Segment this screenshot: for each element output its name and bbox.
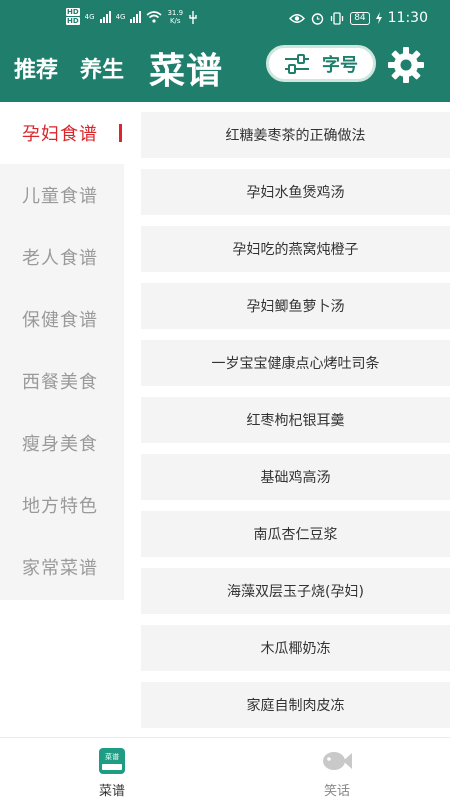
network-type-1: 4G [84, 13, 95, 21]
sidebar-item-label: 孕妇食谱 [22, 124, 98, 145]
battery-level: 84 [350, 11, 370, 25]
bottom-tab-recipes[interactable]: 菜谱 菜谱 [82, 748, 142, 799]
recipe-title: 孕妇鲫鱼萝卜汤 [246, 299, 345, 315]
sidebar-item-western[interactable]: 西餐美食 [0, 350, 124, 412]
bottom-tab-recipes-label: 菜谱 [98, 784, 125, 799]
sidebar-item-health[interactable]: 保健食谱 [0, 288, 124, 350]
recipe-title: 红枣枸杞银耳羹 [246, 413, 345, 429]
recipe-list-item[interactable]: 孕妇吃的燕窝炖橙子 [141, 226, 450, 272]
network-speed: 31.9 K/s [167, 9, 183, 25]
hd-badge-2: HD [66, 17, 80, 25]
recipe-title: 海藻双层玉子烧(孕妇) [227, 584, 364, 600]
sidebar-item-label: 保健食谱 [22, 310, 98, 331]
recipe-list-item[interactable]: 孕妇鲫鱼萝卜汤 [141, 283, 450, 329]
bottom-tab-jokes[interactable]: 笑话 [307, 748, 367, 799]
sidebar-item-elderly[interactable]: 老人食谱 [0, 226, 124, 288]
alarm-icon [311, 12, 324, 25]
status-bar: HD HD 4G 4G 31.9 K/s 84 11:30 [0, 0, 450, 40]
gear-icon[interactable] [386, 45, 426, 85]
sidebar-item-label: 地方特色 [22, 496, 98, 517]
recipe-book-icon-text: 菜谱 [105, 753, 119, 761]
usb-icon [189, 10, 197, 24]
signal-icon-2 [130, 11, 142, 23]
sidebar-item-label: 瘦身美食 [22, 434, 98, 455]
recipe-title: 孕妇水鱼煲鸡汤 [246, 185, 345, 201]
font-size-adjust-icon [285, 53, 309, 74]
network-type-2: 4G [115, 13, 126, 21]
recipe-list-item[interactable]: 家庭自制肉皮冻 [141, 682, 450, 728]
recipe-title: 南瓜杏仁豆浆 [253, 527, 338, 543]
recipe-list-item[interactable]: 红糖姜枣茶的正确做法 [141, 112, 450, 158]
signal-icon [99, 11, 111, 23]
network-speed-value: 31.9 [167, 9, 184, 17]
recipe-title: 孕妇吃的燕窝炖橙子 [232, 242, 359, 258]
sidebar-item-label: 家常菜谱 [22, 558, 98, 579]
eye-icon [289, 13, 306, 23]
wifi-icon [146, 11, 162, 23]
hd-badges: HD HD [66, 8, 80, 26]
active-indicator [119, 124, 122, 142]
font-size-button[interactable]: 字号 [266, 45, 376, 82]
hd-badge-1: HD [66, 8, 80, 16]
recipe-list-item[interactable]: 孕妇水鱼煲鸡汤 [141, 169, 450, 215]
clock: 11:30 [387, 10, 428, 26]
nav-tab-recipes[interactable]: 菜谱 [149, 42, 223, 94]
sidebar-item-pregnant[interactable]: 孕妇食谱 [0, 102, 140, 164]
font-size-button-label: 字号 [322, 54, 358, 76]
vibrate-icon [331, 11, 344, 25]
bottom-navigation: 菜谱 菜谱 笑话 [0, 737, 450, 800]
app-header: HD HD 4G 4G 31.9 K/s 84 11:30 推荐 养生 菜谱 字… [0, 0, 450, 102]
recipe-list-item[interactable]: 海藻双层玉子烧(孕妇) [141, 568, 450, 614]
recipe-title: 木瓜椰奶冻 [260, 641, 331, 657]
sidebar-item-label: 西餐美食 [22, 372, 98, 393]
fish-icon [323, 752, 352, 770]
recipe-title: 基础鸡高汤 [260, 470, 331, 486]
recipe-title: 家庭自制肉皮冻 [246, 698, 345, 714]
recipe-list-item[interactable]: 红枣枸杞银耳羹 [141, 397, 450, 443]
recipe-book-icon: 菜谱 [99, 748, 125, 774]
sidebar-item-children[interactable]: 儿童食谱 [0, 164, 124, 226]
nav-tab-recommend[interactable]: 推荐 [14, 52, 58, 84]
sidebar-item-homestyle[interactable]: 家常菜谱 [0, 536, 124, 598]
sidebar-item-label: 老人食谱 [22, 248, 98, 269]
recipe-title: 红糖姜枣茶的正确做法 [225, 128, 366, 144]
bottom-tab-jokes-label: 笑话 [323, 784, 350, 799]
sidebar-item-regional[interactable]: 地方特色 [0, 474, 124, 536]
recipe-list-item[interactable]: 一岁宝宝健康点心烤吐司条 [141, 340, 450, 386]
nav-tab-health[interactable]: 养生 [80, 52, 124, 84]
sidebar-item-label: 儿童食谱 [22, 186, 98, 207]
recipe-list-item[interactable]: 南瓜杏仁豆浆 [141, 511, 450, 557]
recipe-title: 一岁宝宝健康点心烤吐司条 [211, 356, 380, 372]
recipe-list-item[interactable]: 木瓜椰奶冻 [141, 625, 450, 671]
category-sidebar: 孕妇食谱 儿童食谱 老人食谱 保健食谱 西餐美食 瘦身美食 地方特色 家常菜谱 [0, 102, 140, 600]
charging-icon [375, 12, 382, 24]
network-speed-unit: K/s [169, 17, 181, 25]
sidebar-item-slimming[interactable]: 瘦身美食 [0, 412, 124, 474]
recipe-list-item[interactable]: 基础鸡高汤 [141, 454, 450, 500]
